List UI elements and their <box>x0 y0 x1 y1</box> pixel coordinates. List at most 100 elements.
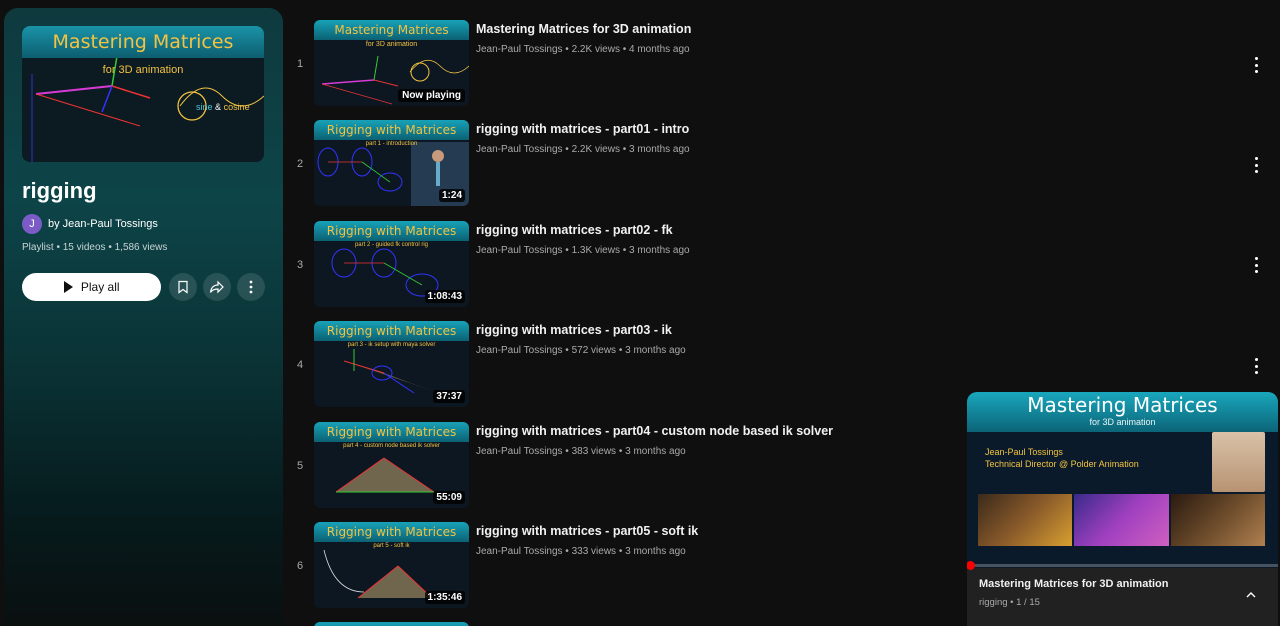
cosine-label: cosine <box>223 102 250 112</box>
kebab-icon <box>1254 358 1258 361</box>
video-thumbnail[interactable]: Rigging with Matrices part 4 - custom no… <box>314 421 469 508</box>
video-meta: Jean-Paul Tossings • 572 views • 3 month… <box>476 345 686 357</box>
more-icon <box>249 280 253 294</box>
video-title[interactable]: rigging with matrices - part04 - custom … <box>476 424 833 438</box>
thumbnail-banner: Mastering Matrices <box>314 20 469 40</box>
save-icon <box>178 280 188 294</box>
kebab-icon <box>1254 270 1258 273</box>
duration-badge: 55:09 <box>433 490 465 504</box>
kebab-icon <box>1254 257 1258 260</box>
playlist-thumbnail-banner: Mastering Matrices <box>22 26 264 58</box>
owner-name[interactable]: by Jean-Paul Tossings <box>48 218 158 230</box>
video-meta: Jean-Paul Tossings • 2.2K views • 3 mont… <box>476 144 690 156</box>
duration-badge: 1:35:46 <box>424 590 465 604</box>
kebab-icon <box>1254 371 1258 374</box>
duration-badge: 1:08:43 <box>424 289 465 303</box>
thumbnail-subtitle: for 3D animation <box>365 41 418 48</box>
mini-player[interactable]: Mastering Matrices for 3D animation Jean… <box>967 392 1278 626</box>
kebab-icon <box>1254 170 1258 173</box>
kebab-icon <box>1254 57 1258 60</box>
mini-player-title[interactable]: Mastering Matrices for 3D animation <box>979 578 1169 590</box>
list-item[interactable]: 4 Rigging with Matrices part 3 - ik setu… <box>290 321 970 421</box>
video-menu-button[interactable] <box>1251 257 1261 273</box>
play-all-button[interactable]: Play all <box>22 273 162 301</box>
video-thumbnail[interactable]: Mastering Matrices for 3D animation Now … <box>314 20 469 106</box>
more-button[interactable] <box>237 273 265 301</box>
video-title[interactable]: rigging with matrices - part02 - fk <box>476 223 673 237</box>
list-item[interactable]: 6 Rigging with Matrices part 5 - soft ik… <box>290 521 970 622</box>
video-meta: Jean-Paul Tossings • 333 views • 3 month… <box>476 545 686 557</box>
playlist-thumbnail-title: Mastering Matrices <box>52 31 234 53</box>
playlist-thumbnail-subtitle: for 3D animation <box>102 64 184 76</box>
video-index: 5 <box>296 459 304 472</box>
video-title[interactable]: rigging with matrices - part01 - intro <box>476 122 689 136</box>
save-button[interactable] <box>169 273 198 301</box>
kebab-icon <box>1254 263 1258 267</box>
chevron-up-icon[interactable] <box>1246 590 1256 600</box>
thumbnail-banner: Rigging with Matrices <box>314 120 469 141</box>
mini-progress-bar[interactable] <box>967 561 1278 570</box>
film-still <box>978 494 1073 546</box>
list-item[interactable]: 1 Mastering Matrices for 3D animation No… <box>290 20 970 120</box>
video-menu-button[interactable] <box>1251 57 1261 73</box>
video-thumbnail[interactable]: Rigging with Matrices part 1 - introduct… <box>314 120 469 207</box>
video-thumbnail[interactable]: Rigging with Matrices part 5 - soft ik 1… <box>314 521 469 608</box>
progress-handle[interactable] <box>967 561 975 570</box>
video-title[interactable]: Mastering Matrices for 3D animation <box>476 22 691 36</box>
video-thumbnail[interactable]: Rigging with Matrices part 3 - ik setup … <box>314 321 469 408</box>
presenter-info: Jean-Paul Tossings Technical Director @ … <box>985 446 1139 470</box>
thumbnail-banner <box>314 622 469 626</box>
presenter-name: Jean-Paul Tossings <box>985 447 1063 457</box>
kebab-icon <box>1254 364 1258 368</box>
thumbnail-subtitle: part 5 - soft ik <box>373 542 410 549</box>
thumbnail-title: Rigging with Matrices <box>326 424 457 439</box>
playlist-title: rigging <box>22 178 97 203</box>
list-item[interactable]: 5 Rigging with Matrices part 4 - custom … <box>290 421 970 522</box>
thumbnail-title: Rigging with Matrices <box>326 524 457 539</box>
presenter-photo <box>1212 432 1265 492</box>
list-item[interactable]: 2 Rigging with Matrices part 1 - introdu… <box>290 120 970 220</box>
mini-player-video[interactable]: Mastering Matrices for 3D animation Jean… <box>967 392 1278 570</box>
mini-banner-subtitle: for 3D animation <box>1089 417 1156 427</box>
sine-label: sine <box>196 102 213 112</box>
video-menu-button[interactable] <box>1251 358 1261 374</box>
thumbnail-subtitle: part 4 - custom node based ik solver <box>343 442 440 449</box>
playlist-owner[interactable]: J by Jean-Paul Tossings <box>22 214 265 234</box>
video-index: 6 <box>296 559 304 572</box>
share-icon <box>210 280 225 294</box>
thumbnail-subtitle: part 2 - guided fk control rig <box>354 241 429 248</box>
avatar[interactable]: J <box>22 214 42 234</box>
video-thumbnail[interactable] <box>314 622 469 626</box>
thumbnail-title: Mastering Matrices <box>334 23 449 37</box>
playlist-thumbnail[interactable]: Mastering Matrices for 3D animation sine… <box>22 26 264 162</box>
youtube-playlist-page: Mastering Matrices for 3D animation sine… <box>0 0 1280 626</box>
thumbnail-title: Rigging with Matrices <box>326 324 457 339</box>
kebab-icon <box>1254 163 1258 167</box>
mini-player-banner: Mastering Matrices for 3D animation <box>967 392 1278 432</box>
thumbnail-banner: Rigging with Matrices <box>314 521 469 542</box>
video-title[interactable]: rigging with matrices - part05 - soft ik <box>476 524 698 538</box>
mini-player-subtitle: rigging • 1 / 15 <box>979 597 1040 608</box>
playlist-actions: Play all <box>22 273 265 301</box>
film-still <box>1170 494 1265 546</box>
video-title[interactable]: rigging with matrices - part03 - ik <box>476 323 672 337</box>
video-menu-button[interactable] <box>1251 157 1261 173</box>
playlist-stats: Playlist • 15 videos • 1,586 views <box>22 242 168 253</box>
thumbnail-subtitle: part 1 - introduction <box>365 141 418 148</box>
thumbnail-banner: Rigging with Matrices <box>314 220 469 241</box>
film-still <box>1074 494 1169 546</box>
thumbnail-subtitle: part 3 - ik setup with maya solver <box>347 342 436 349</box>
video-meta: Jean-Paul Tossings • 1.3K views • 3 mont… <box>476 244 690 256</box>
presenter-role: Technical Director @ Polder Animation <box>985 459 1139 469</box>
list-item[interactable]: 3 Rigging with Matrices part 2 - guided … <box>290 220 970 321</box>
play-all-label: Play all <box>80 280 120 294</box>
video-thumbnail[interactable]: Rigging with Matrices part 2 - guided fk… <box>314 220 469 307</box>
ampersand-label: & <box>215 102 222 112</box>
playlist-panel: Mastering Matrices for 3D animation sine… <box>4 8 283 626</box>
video-meta: Jean-Paul Tossings • 2.2K views • 4 mont… <box>476 44 690 55</box>
video-index: 2 <box>296 158 304 171</box>
list-item[interactable] <box>290 622 970 626</box>
share-button[interactable] <box>203 273 232 301</box>
kebab-icon <box>1254 63 1258 67</box>
mini-banner-title: Mastering Matrices <box>1027 393 1218 417</box>
